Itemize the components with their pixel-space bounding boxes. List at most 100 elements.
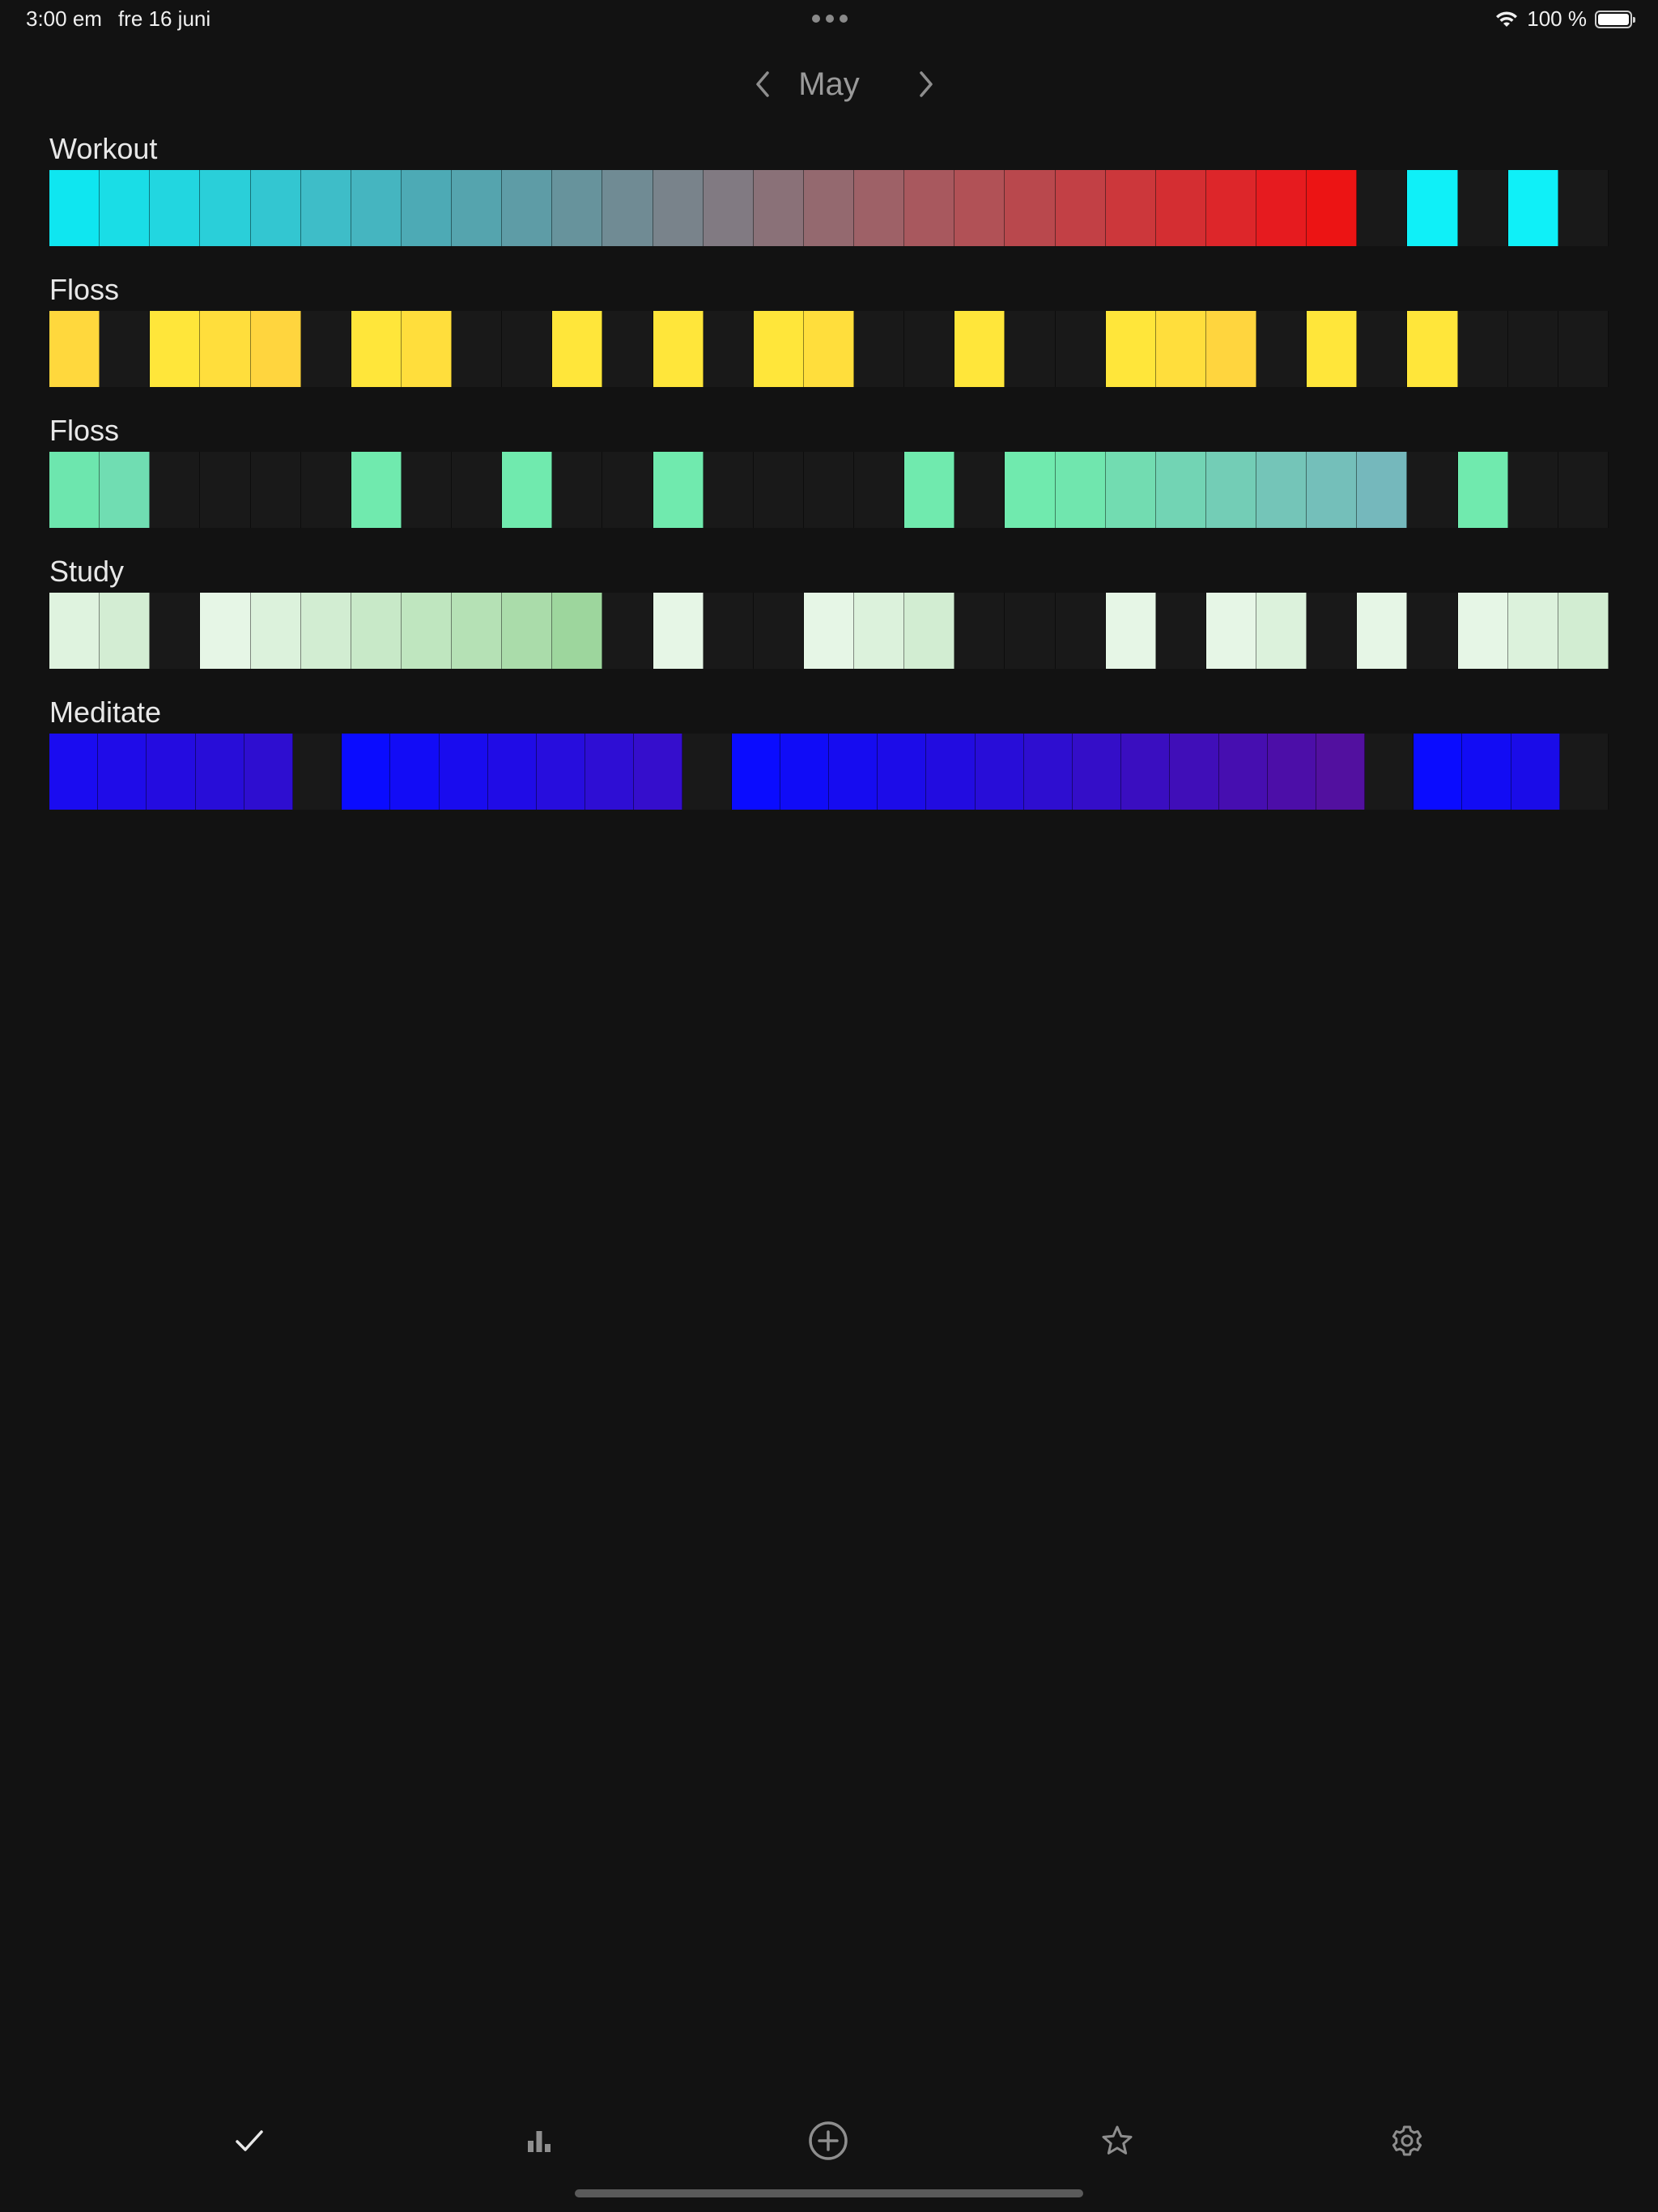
home-indicator[interactable] [575, 2189, 1083, 2197]
day-cell-empty[interactable] [150, 593, 201, 669]
day-cell-completed[interactable] [1105, 593, 1156, 669]
day-cell-completed[interactable] [351, 311, 402, 387]
day-cell-completed[interactable] [49, 734, 99, 810]
day-cell-empty[interactable] [1407, 452, 1458, 528]
habit-meditate[interactable]: Meditate [49, 693, 1609, 834]
day-cell-completed[interactable] [1407, 170, 1458, 246]
day-cell-completed[interactable] [200, 593, 251, 669]
day-cell-completed[interactable] [401, 593, 452, 669]
day-cell-empty[interactable] [1457, 311, 1508, 387]
day-cell-completed[interactable] [552, 311, 603, 387]
day-cell-completed[interactable] [926, 734, 976, 810]
day-cell-empty[interactable] [803, 452, 854, 528]
multitasking-dots-icon[interactable] [812, 15, 848, 23]
day-cell-empty[interactable] [1005, 311, 1056, 387]
day-cell-completed[interactable] [602, 170, 653, 246]
day-cell-empty[interactable] [300, 311, 351, 387]
day-cell-completed[interactable] [49, 170, 100, 246]
day-cell-completed[interactable] [975, 734, 1024, 810]
day-cell-completed[interactable] [653, 452, 704, 528]
day-cell-completed[interactable] [1205, 452, 1256, 528]
day-cell-empty[interactable] [200, 452, 251, 528]
day-cell-empty[interactable] [1256, 311, 1307, 387]
day-cell-completed[interactable] [753, 170, 804, 246]
habit-day-grid[interactable] [49, 170, 1609, 246]
day-cell-completed[interactable] [1023, 734, 1073, 810]
day-cell-completed[interactable] [1316, 734, 1366, 810]
day-cell-completed[interactable] [300, 593, 351, 669]
day-cell-completed[interactable] [731, 734, 780, 810]
day-cell-empty[interactable] [703, 452, 754, 528]
day-cell-completed[interactable] [452, 170, 503, 246]
day-cell-empty[interactable] [1507, 311, 1558, 387]
day-cell-completed[interactable] [954, 170, 1005, 246]
day-cell-completed[interactable] [803, 593, 854, 669]
day-cell-completed[interactable] [878, 734, 927, 810]
day-cell-empty[interactable] [682, 734, 732, 810]
day-cell-empty[interactable] [854, 311, 905, 387]
day-cell-completed[interactable] [1357, 593, 1408, 669]
tab-statistics[interactable] [517, 2118, 562, 2163]
habit-day-grid[interactable] [49, 593, 1609, 669]
day-cell-completed[interactable] [401, 170, 452, 246]
day-cell-empty[interactable] [292, 734, 342, 810]
tab-habits[interactable] [227, 2118, 272, 2163]
day-cell-empty[interactable] [1365, 734, 1414, 810]
day-cell-completed[interactable] [351, 593, 402, 669]
day-cell-empty[interactable] [1357, 311, 1408, 387]
day-cell-completed[interactable] [904, 170, 955, 246]
day-cell-completed[interactable] [1205, 311, 1256, 387]
day-cell-completed[interactable] [552, 593, 603, 669]
habit-study[interactable]: Study [49, 552, 1609, 693]
day-cell-completed[interactable] [1462, 734, 1511, 810]
day-cell-completed[interactable] [1507, 593, 1558, 669]
day-cell-empty[interactable] [703, 593, 754, 669]
day-cell-empty[interactable] [753, 452, 804, 528]
day-cell-empty[interactable] [753, 593, 804, 669]
day-cell-completed[interactable] [904, 593, 955, 669]
day-cell-empty[interactable] [250, 452, 301, 528]
day-cell-completed[interactable] [1170, 734, 1219, 810]
day-cell-completed[interactable] [401, 311, 452, 387]
day-cell-completed[interactable] [1507, 170, 1558, 246]
day-cell-empty[interactable] [300, 452, 351, 528]
day-cell-completed[interactable] [1155, 170, 1206, 246]
day-cell-completed[interactable] [49, 311, 100, 387]
day-cell-completed[interactable] [300, 170, 351, 246]
day-cell-completed[interactable] [244, 734, 293, 810]
day-cell-completed[interactable] [100, 170, 151, 246]
day-cell-completed[interactable] [1357, 452, 1408, 528]
day-cell-completed[interactable] [487, 734, 537, 810]
day-cell-completed[interactable] [1205, 170, 1256, 246]
day-cell-empty[interactable] [1155, 593, 1206, 669]
day-cell-completed[interactable] [1256, 452, 1307, 528]
day-cell-completed[interactable] [829, 734, 878, 810]
day-cell-completed[interactable] [1005, 452, 1056, 528]
day-cell-completed[interactable] [150, 170, 201, 246]
habit-floss[interactable]: Floss [49, 270, 1609, 411]
day-cell-completed[interactable] [1558, 593, 1609, 669]
tab-add-habit[interactable] [806, 2118, 851, 2163]
habit-day-grid[interactable] [49, 311, 1609, 387]
day-cell-completed[interactable] [1307, 452, 1358, 528]
day-cell-completed[interactable] [195, 734, 244, 810]
tab-settings[interactable] [1384, 2118, 1430, 2163]
day-cell-empty[interactable] [1558, 170, 1609, 246]
day-cell-empty[interactable] [502, 311, 553, 387]
day-cell-empty[interactable] [602, 452, 653, 528]
day-cell-completed[interactable] [1055, 170, 1106, 246]
day-cell-completed[interactable] [1307, 311, 1358, 387]
day-cell-empty[interactable] [1558, 311, 1609, 387]
day-cell-completed[interactable] [1267, 734, 1316, 810]
day-cell-completed[interactable] [1457, 452, 1508, 528]
day-cell-completed[interactable] [342, 734, 391, 810]
day-cell-completed[interactable] [49, 452, 100, 528]
day-cell-completed[interactable] [1457, 593, 1508, 669]
day-cell-completed[interactable] [147, 734, 196, 810]
day-cell-completed[interactable] [653, 593, 704, 669]
day-cell-empty[interactable] [1055, 311, 1106, 387]
day-cell-completed[interactable] [1155, 311, 1206, 387]
day-cell-empty[interactable] [954, 593, 1005, 669]
day-cell-completed[interactable] [904, 452, 955, 528]
day-cell-completed[interactable] [250, 311, 301, 387]
